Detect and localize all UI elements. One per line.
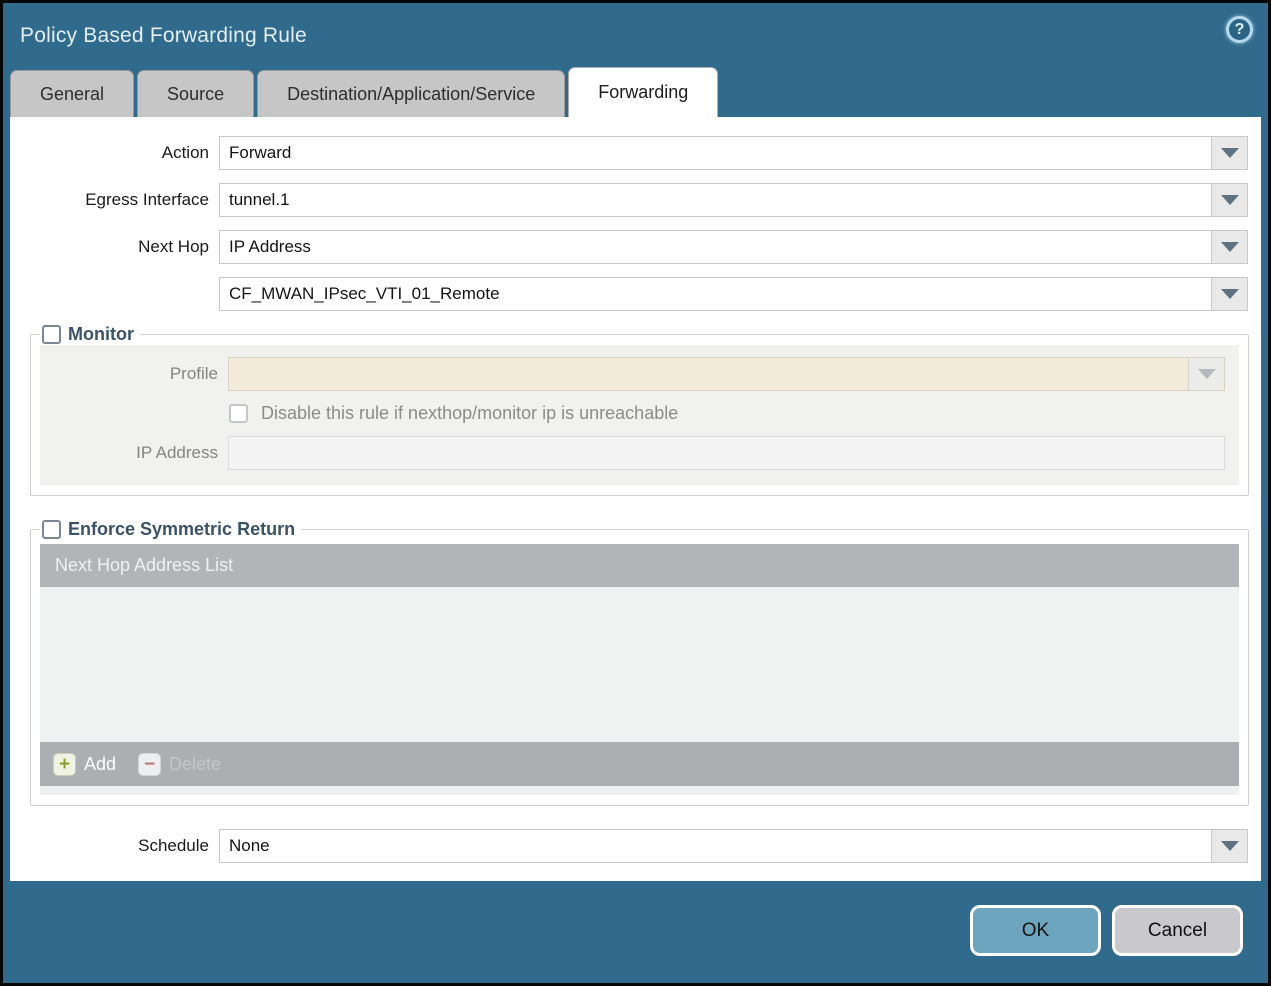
ok-button[interactable]: OK: [970, 905, 1101, 956]
chevron-down-icon: [1220, 242, 1239, 252]
egress-interface-row: Egress Interface tunnel.1: [10, 183, 1248, 217]
monitor-ip-address-value: [229, 437, 1224, 469]
monitor-section-label: Monitor: [68, 324, 134, 344]
tab-content-forwarding: Action Forward Egress Interface tunnel.1…: [10, 117, 1261, 883]
chevron-down-icon: [1220, 289, 1239, 299]
next-hop-address-value[interactable]: CF_MWAN_IPsec_VTI_01_Remote: [220, 278, 1211, 310]
tab-forwarding[interactable]: Forwarding: [568, 67, 719, 117]
egress-interface-label: Egress Interface: [85, 190, 209, 209]
monitor-panel: Profile Disable this rule if nexthop/mon…: [40, 345, 1239, 485]
egress-interface-value[interactable]: tunnel.1: [220, 184, 1211, 216]
tab-general[interactable]: General: [10, 70, 135, 117]
tab-source[interactable]: Source: [137, 70, 255, 117]
next-hop-type-dropdown-button[interactable]: [1211, 231, 1247, 263]
monitor-disable-rule-row: Disable this rule if nexthop/monitor ip …: [229, 403, 1239, 424]
help-icon[interactable]: ?: [1226, 16, 1253, 43]
egress-interface-dropdown-button[interactable]: [1211, 184, 1247, 216]
next-hop-type-dropdown[interactable]: IP Address: [219, 230, 1248, 264]
next-hop-address-dropdown[interactable]: CF_MWAN_IPsec_VTI_01_Remote: [219, 277, 1248, 311]
delete-button-label: Delete: [169, 753, 222, 774]
table-body-empty[interactable]: [40, 587, 1239, 742]
chevron-down-icon: [1197, 369, 1216, 379]
monitor-section: Monitor Profile Disable this rule if nex…: [30, 324, 1249, 496]
dialog-title: Policy Based Forwarding Rule: [20, 24, 307, 47]
next-hop-address-list-table: Next Hop Address List + Add − Delete: [40, 544, 1239, 795]
add-button-label: Add: [84, 753, 117, 774]
monitor-checkbox[interactable]: [42, 325, 61, 344]
action-dropdown-button[interactable]: [1211, 137, 1247, 169]
cancel-button[interactable]: Cancel: [1112, 905, 1243, 956]
schedule-dropdown[interactable]: None: [219, 829, 1248, 863]
monitor-profile-dropdown-button: [1188, 358, 1224, 390]
monitor-profile-value: [229, 358, 1188, 390]
schedule-label: Schedule: [138, 836, 209, 855]
action-value[interactable]: Forward: [220, 137, 1211, 169]
monitor-legend: Monitor: [40, 324, 140, 345]
next-hop-address-dropdown-button[interactable]: [1211, 278, 1247, 310]
dialog-footer: OK Cancel: [6, 881, 1265, 980]
table-column-header: Next Hop Address List: [40, 544, 1239, 587]
minus-icon: −: [138, 752, 162, 776]
chevron-down-icon: [1220, 195, 1239, 205]
table-bottom-strip: [40, 786, 1239, 795]
tab-destination-application-service[interactable]: Destination/Application/Service: [257, 70, 566, 117]
monitor-ip-address-row: IP Address: [40, 436, 1225, 470]
title-bar: Policy Based Forwarding Rule ?: [3, 3, 1268, 67]
next-hop-type-value[interactable]: IP Address: [220, 231, 1211, 263]
next-hop-label: Next Hop: [138, 237, 209, 256]
delete-button: − Delete: [138, 752, 222, 776]
enforce-symmetric-return-legend: Enforce Symmetric Return: [40, 519, 301, 540]
enforce-symmetric-return-label: Enforce Symmetric Return: [68, 519, 296, 539]
action-dropdown[interactable]: Forward: [219, 136, 1248, 170]
schedule-value[interactable]: None: [220, 830, 1211, 862]
monitor-ip-address-input: [228, 436, 1225, 470]
monitor-profile-dropdown: [228, 357, 1225, 391]
tab-bar: General Source Destination/Application/S…: [3, 67, 1268, 117]
monitor-profile-label: Profile: [169, 364, 218, 383]
enforce-symmetric-return-checkbox[interactable]: [42, 520, 61, 539]
enforce-symmetric-return-section: Enforce Symmetric Return Next Hop Addres…: [30, 519, 1249, 806]
next-hop-row: Next Hop IP Address: [10, 230, 1248, 264]
action-row: Action Forward: [10, 136, 1248, 170]
chevron-down-icon: [1220, 148, 1239, 158]
plus-icon: +: [53, 752, 76, 776]
schedule-row: Schedule None: [10, 829, 1248, 863]
pbf-rule-dialog: Policy Based Forwarding Rule ? General S…: [0, 0, 1271, 986]
chevron-down-icon: [1220, 841, 1239, 851]
add-button[interactable]: + Add: [53, 752, 117, 776]
schedule-dropdown-button[interactable]: [1211, 830, 1247, 862]
egress-interface-dropdown[interactable]: tunnel.1: [219, 183, 1248, 217]
table-footer: + Add − Delete: [40, 742, 1239, 786]
monitor-ip-address-label: IP Address: [136, 443, 218, 462]
disable-rule-label: Disable this rule if nexthop/monitor ip …: [261, 403, 679, 423]
monitor-profile-row: Profile: [40, 357, 1225, 391]
disable-rule-checkbox: [229, 404, 248, 423]
next-hop-address-row: CF_MWAN_IPsec_VTI_01_Remote: [10, 277, 1248, 311]
action-label: Action: [161, 143, 209, 162]
